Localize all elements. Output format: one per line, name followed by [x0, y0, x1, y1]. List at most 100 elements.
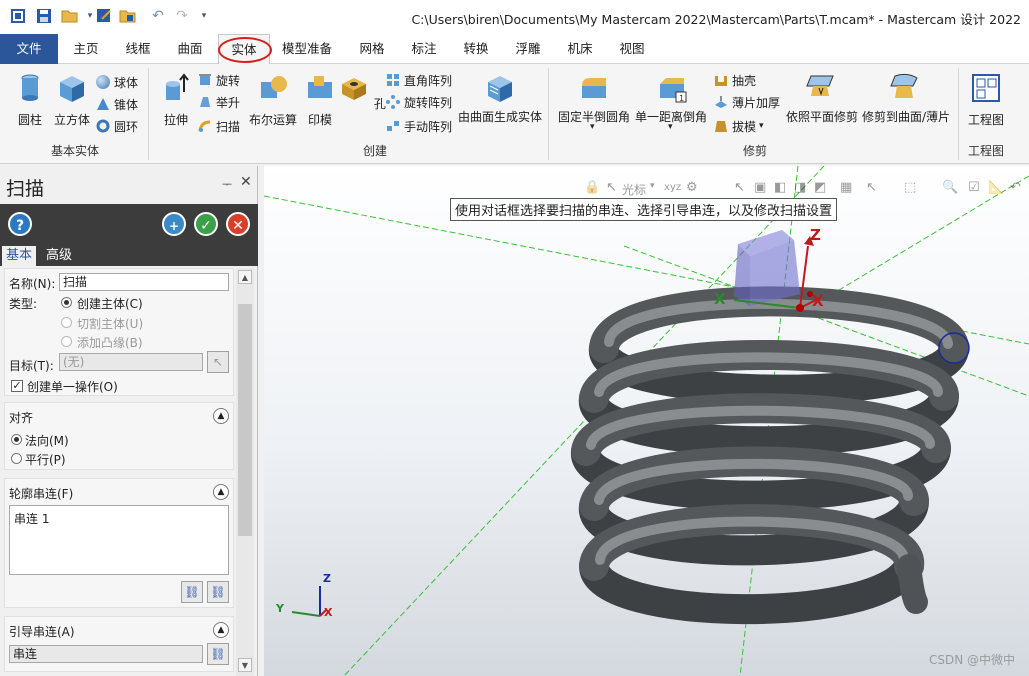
select-loop-icon[interactable]: ◩: [814, 180, 826, 195]
cursor-dropdown-icon[interactable]: ▾: [650, 181, 655, 191]
extrude-button[interactable]: 拉伸: [150, 70, 202, 130]
tab-surfaces[interactable]: 曲面: [166, 34, 214, 64]
tab-model-prep[interactable]: 模型准备: [274, 34, 340, 64]
gear-icon[interactable]: ⚙: [686, 180, 698, 195]
close-icon[interactable]: ✕: [240, 174, 252, 190]
measure-icon[interactable]: 📐: [988, 180, 1004, 195]
align-parallel-radio[interactable]: [11, 453, 22, 464]
undo-icon[interactable]: ↶: [148, 6, 168, 26]
type-create-label: 创建主体(C): [77, 297, 143, 311]
select-edge-icon[interactable]: ◨: [794, 180, 806, 195]
help-icon[interactable]: ?: [8, 212, 32, 236]
single-operation-label: 创建单一操作(O): [27, 380, 118, 394]
reselect-guide-icon[interactable]: ⛓: [207, 643, 229, 665]
scroll-up-icon[interactable]: ▲: [238, 270, 252, 284]
app-logo-icon[interactable]: [8, 6, 28, 26]
shell-button[interactable]: 抽壳: [714, 70, 756, 90]
cursor-mode-label[interactable]: 光标: [622, 181, 646, 198]
chamfer-icon: 1: [660, 78, 687, 103]
type-cut-radio[interactable]: [61, 317, 72, 328]
type-boss-radio[interactable]: [61, 336, 72, 347]
select-face-icon[interactable]: ◧: [774, 180, 786, 195]
thicken-button[interactable]: 薄片加厚: [714, 92, 780, 112]
trim-to-surface-label: 修剪到曲面/薄片: [862, 110, 951, 124]
select-target-icon[interactable]: ↖: [207, 351, 229, 373]
fillet-dropdown-icon[interactable]: ▾: [590, 122, 595, 132]
guide-chain-title: 引导串连(A): [9, 625, 75, 639]
panel-tabs: 基本 高级: [0, 244, 258, 266]
graphics-viewport[interactable]: Z X X Z Y X 🔒 ↖ 光标 ▾ xyz ⚙ ↖ ▣ ◧ ◨ ◩ ▦ ↖…: [264, 166, 1029, 676]
tab-relief[interactable]: 浮雕: [504, 34, 552, 64]
cursor-icon[interactable]: ↖: [606, 180, 617, 195]
redo-icon[interactable]: ↷: [172, 6, 192, 26]
profile-chain-list[interactable]: 串连 1: [9, 505, 229, 575]
scroll-thumb[interactable]: [238, 304, 252, 536]
align-parallel-label: 平行(P): [25, 453, 66, 467]
sweep-button[interactable]: 扫描: [198, 116, 240, 136]
scroll-down-icon[interactable]: ▼: [238, 658, 252, 672]
tab-transform[interactable]: 转换: [452, 34, 500, 64]
tab-basic[interactable]: 基本: [2, 246, 37, 266]
collapse-guide-icon[interactable]: ▲: [213, 622, 229, 638]
profile-chain-section: 轮廓串连(F) ▲ 串连 1 ⛓ ⛓: [4, 478, 234, 608]
tab-advanced[interactable]: 高级: [42, 246, 76, 266]
collapse-align-icon[interactable]: ▲: [213, 408, 229, 424]
chamfer-dropdown-icon[interactable]: ▾: [668, 122, 673, 132]
single-operation-checkbox[interactable]: ✓: [11, 380, 23, 392]
guide-chain-field[interactable]: 串连: [9, 645, 203, 663]
tab-machine[interactable]: 机床: [556, 34, 604, 64]
sweep-icon: [198, 120, 211, 132]
check-icon[interactable]: ☑: [968, 180, 980, 195]
ok-icon[interactable]: ✓: [194, 212, 218, 236]
sphere-button[interactable]: 球体: [96, 72, 138, 92]
align-normal-radio[interactable]: [11, 434, 22, 445]
cancel-icon[interactable]: ✕: [226, 212, 250, 236]
world-axes-indicator: [291, 586, 327, 617]
tab-mesh[interactable]: 网格: [348, 34, 396, 64]
cone-button[interactable]: 锥体: [96, 94, 138, 114]
name-input[interactable]: 扫描: [59, 273, 229, 291]
tab-drafting[interactable]: 标注: [400, 34, 448, 64]
lock-icon[interactable]: 🔒: [584, 180, 600, 195]
xyz-icon[interactable]: xyz: [664, 182, 681, 193]
loft-button[interactable]: 举升: [198, 92, 240, 112]
panel-body: 名称(N): 扫描 类型: 创建主体(C) 切割主体(U) 添加凸缘(B) 目标…: [4, 268, 234, 676]
torus-button[interactable]: 圆环: [96, 116, 138, 136]
verify-icon[interactable]: ↖: [866, 180, 877, 195]
draft-dropdown-icon[interactable]: ▾: [759, 121, 764, 131]
window-select-icon[interactable]: ⬚: [904, 180, 916, 195]
pin-icon[interactable]: ᅮ: [222, 176, 232, 192]
open-folder-icon[interactable]: [60, 6, 80, 26]
ok-and-create-new-icon[interactable]: +: [162, 212, 186, 236]
select-solid-icon[interactable]: ▣: [754, 180, 766, 195]
tab-home[interactable]: 主页: [62, 34, 110, 64]
rect-array-button[interactable]: 直角阵列: [386, 70, 452, 90]
panel-scrollbar[interactable]: ▲ ▼: [236, 268, 254, 676]
draft-button[interactable]: 拔模 ▾: [714, 116, 764, 136]
select-body-icon[interactable]: ▦: [840, 180, 852, 195]
back-icon[interactable]: ↶: [1010, 180, 1021, 195]
layout-button[interactable]: 工程图: [960, 70, 1012, 130]
rotate-array-button[interactable]: 旋转阵列: [386, 92, 452, 112]
cube-button[interactable]: 立方体: [46, 70, 98, 130]
hole-button[interactable]: 孔: [336, 70, 388, 130]
save-icon[interactable]: [34, 6, 54, 26]
cylinder-icon: [21, 74, 39, 101]
customize-quick-access-icon[interactable]: ▾: [194, 6, 214, 26]
merge-folder-icon[interactable]: [118, 6, 138, 26]
reselect-chain-icon[interactable]: ⛓: [207, 581, 229, 603]
type-create-radio[interactable]: [61, 297, 72, 308]
tab-file[interactable]: 文件: [0, 34, 58, 64]
revolve-button[interactable]: 旋转: [198, 70, 240, 90]
zoom-icon[interactable]: 🔍: [942, 180, 958, 195]
manual-array-button[interactable]: 手动阵列: [386, 116, 452, 136]
save-as-icon[interactable]: [94, 6, 114, 26]
target-input[interactable]: (无): [59, 353, 203, 371]
torus-icon: [96, 119, 110, 133]
select-arrow-icon[interactable]: ↖: [734, 180, 745, 195]
add-chain-icon[interactable]: ⛓: [181, 581, 203, 603]
tab-view[interactable]: 视图: [608, 34, 656, 64]
tab-wireframe[interactable]: 线框: [114, 34, 162, 64]
collapse-profile-icon[interactable]: ▲: [213, 484, 229, 500]
list-item[interactable]: 串连 1: [14, 510, 49, 527]
